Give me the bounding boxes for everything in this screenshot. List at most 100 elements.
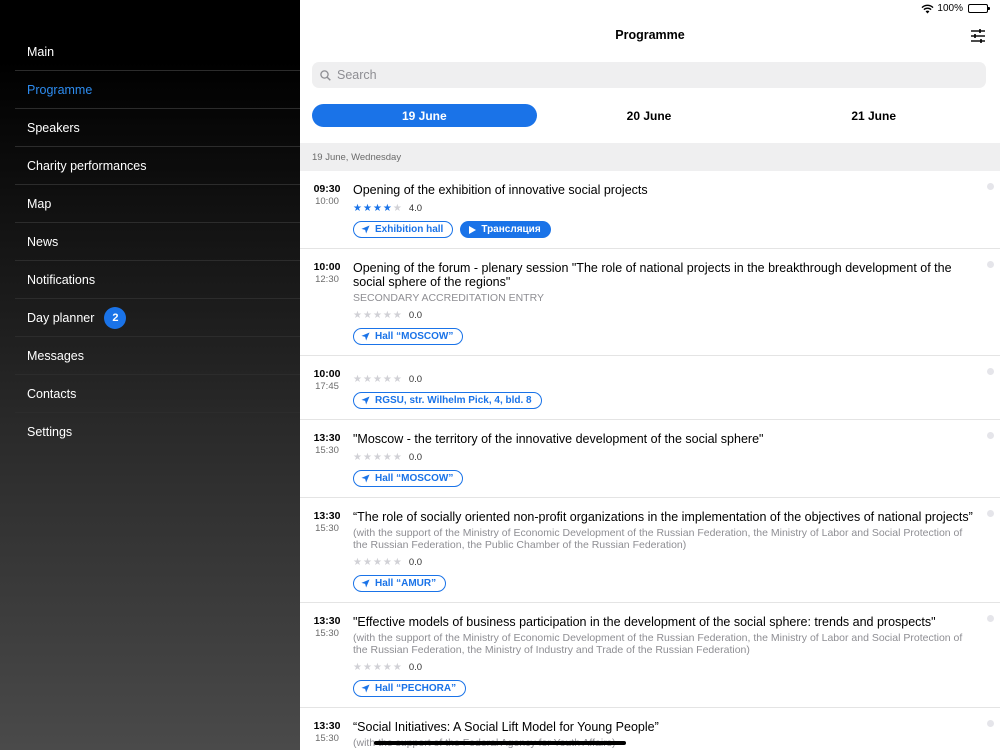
event-buttons: Hall “PECHORA”	[353, 680, 974, 697]
tab-19-june[interactable]: 19 June	[312, 104, 537, 127]
favorite-dot-icon[interactable]	[987, 183, 994, 190]
star-icon: ★	[362, 309, 373, 321]
location-button[interactable]: Hall “MOSCOW”	[353, 470, 464, 487]
favorite-dot-icon[interactable]	[987, 261, 994, 268]
favorite-dot-icon[interactable]	[987, 368, 994, 375]
location-button[interactable]: RGSU, str. Wilhelm Pick, 4, bld. 8	[353, 392, 542, 409]
event-buttons: Exhibition hall Трансляция	[353, 221, 974, 238]
star-icon: ★	[362, 661, 373, 673]
event-time: 13:30 15:30	[312, 720, 342, 744]
sidebar-item-speakers[interactable]: Speakers	[15, 109, 300, 147]
sidebar-item-label: Messages	[27, 348, 84, 363]
sidebar-item-news[interactable]: News	[15, 223, 300, 261]
star-icon: ★	[392, 202, 403, 214]
favorite-dot-icon[interactable]	[987, 510, 994, 517]
rating-value: 4.0	[408, 202, 423, 214]
play-icon	[469, 225, 477, 234]
sidebar-item-day-planner[interactable]: Day planner 2	[15, 299, 300, 337]
rating-value: 0.0	[408, 451, 423, 463]
event-row[interactable]: 10:00 12:30 Opening of the forum - plenary…	[300, 249, 1000, 356]
date-selector: 19 June 20 June 21 June	[312, 104, 986, 127]
event-row[interactable]: 10:00 17:45 ★ ★ ★ ★ ★ 0.0 RGSU, str. Wilhelm Pic…	[300, 356, 1000, 420]
event-time: 13:30 15:30	[312, 510, 342, 534]
location-button[interactable]: Hall “PECHORA”	[353, 680, 467, 697]
sidebar-item-messages[interactable]: Messages	[15, 337, 300, 375]
location-label: Hall “MOSCOW”	[375, 473, 454, 484]
event-start-time: 13:30	[313, 720, 341, 732]
star-icon: ★	[362, 373, 373, 385]
event-time: 10:00 17:45	[312, 368, 342, 392]
event-time: 10:00 12:30	[312, 261, 342, 285]
sidebar-item-map[interactable]: Map	[15, 185, 300, 223]
sidebar-item-label: Day planner	[27, 310, 95, 325]
sidebar-item-settings[interactable]: Settings	[15, 413, 300, 451]
page-title: Programme	[615, 28, 685, 42]
favorite-dot-icon[interactable]	[987, 720, 994, 727]
event-subtitle: (with the support of the Ministry of Eco…	[353, 632, 963, 656]
sidebar-item-label: Contacts	[27, 386, 77, 401]
star-icon: ★	[382, 309, 393, 321]
event-title: "Effective models of business participat…	[353, 615, 936, 629]
home-indicator	[374, 741, 626, 745]
rating-value: 0.0	[408, 309, 423, 321]
event-title: Opening of the exhibition of innovative …	[353, 183, 648, 197]
broadcast-button[interactable]: Трансляция	[460, 221, 551, 238]
location-button[interactable]: Hall “MOSCOW”	[353, 328, 464, 345]
wifi-icon	[921, 4, 934, 13]
sidebar-item-label: Settings	[27, 425, 73, 439]
star-icon: ★	[382, 202, 393, 214]
star-icon: ★	[382, 373, 393, 385]
sidebar-item-main[interactable]: Main	[15, 33, 300, 71]
sidebar-item-notifications[interactable]: Notifications	[15, 261, 300, 299]
favorite-dot-icon[interactable]	[987, 432, 994, 439]
location-button[interactable]: Exhibition hall	[353, 221, 454, 238]
tab-21-june[interactable]: 21 June	[761, 104, 986, 127]
star-icon: ★	[392, 373, 403, 385]
star-icon: ★	[362, 451, 373, 463]
search-input[interactable]: Search	[312, 62, 986, 88]
star-icon: ★	[392, 661, 403, 673]
battery-percent: 100%	[937, 3, 963, 14]
rating-value: 0.0	[408, 373, 423, 385]
location-button[interactable]: Hall “AMUR”	[353, 575, 447, 592]
sidebar-item-charity-performances[interactable]: Charity performances	[15, 147, 300, 185]
favorite-dot-icon[interactable]	[987, 615, 994, 622]
location-arrow-icon	[361, 474, 370, 483]
event-row[interactable]: 09:30 10:00 Opening of the exhibition of i…	[300, 171, 1000, 249]
status-bar: 100%	[921, 3, 990, 14]
tab-20-june[interactable]: 20 June	[537, 104, 762, 127]
sidebar-item-label: Map	[27, 196, 52, 211]
event-buttons: Hall “MOSCOW”	[353, 470, 974, 487]
rating-value: 0.0	[408, 661, 423, 673]
sidebar-item-label: News	[27, 234, 59, 249]
event-title: "Moscow - the territory of the innovativ…	[353, 432, 764, 446]
event-start-time: 09:30	[313, 183, 341, 195]
star-icon: ★	[372, 451, 383, 463]
star-icon: ★	[353, 451, 363, 463]
location-label: Hall “PECHORA”	[375, 683, 457, 694]
event-list: 09:30 10:00 Opening of the exhibition of i…	[300, 171, 1000, 750]
location-label: RGSU, str. Wilhelm Pick, 4, bld. 8	[375, 395, 532, 406]
event-rating: ★ ★ ★ ★ ★ 0.0	[353, 373, 974, 385]
star-icon: ★	[382, 661, 393, 673]
event-end-time: 10:00	[315, 196, 339, 207]
star-icon: ★	[353, 309, 363, 321]
event-title: “Social Initiatives: A Social Lift Model…	[353, 720, 659, 734]
event-time: 13:30 15:30	[312, 615, 342, 639]
sliders-icon[interactable]	[970, 28, 986, 44]
sidebar-item-programme[interactable]: Programme	[15, 71, 300, 109]
sidebar-item-contacts[interactable]: Contacts	[15, 375, 300, 413]
sidebar: Main Programme Speakers Charity performa…	[0, 0, 300, 750]
event-row[interactable]: 13:30 15:30 "Moscow - the territory of the…	[300, 420, 1000, 498]
main-panel: 100% Programme Search 19 June 20 June 21…	[300, 0, 1000, 750]
event-row[interactable]: 13:30 15:30 “The role of socially oriented…	[300, 498, 1000, 603]
location-arrow-icon	[361, 332, 370, 341]
event-end-time: 12:30	[315, 274, 339, 285]
location-arrow-icon	[361, 684, 370, 693]
location-arrow-icon	[361, 396, 370, 405]
event-row[interactable]: 13:30 15:30 "Effective models of business …	[300, 603, 1000, 708]
event-rating: ★ ★ ★ ★ ★ 0.0	[353, 661, 974, 673]
event-time: 13:30 15:30	[312, 432, 342, 456]
event-end-time: 15:30	[315, 523, 339, 534]
star-icon: ★	[392, 309, 403, 321]
